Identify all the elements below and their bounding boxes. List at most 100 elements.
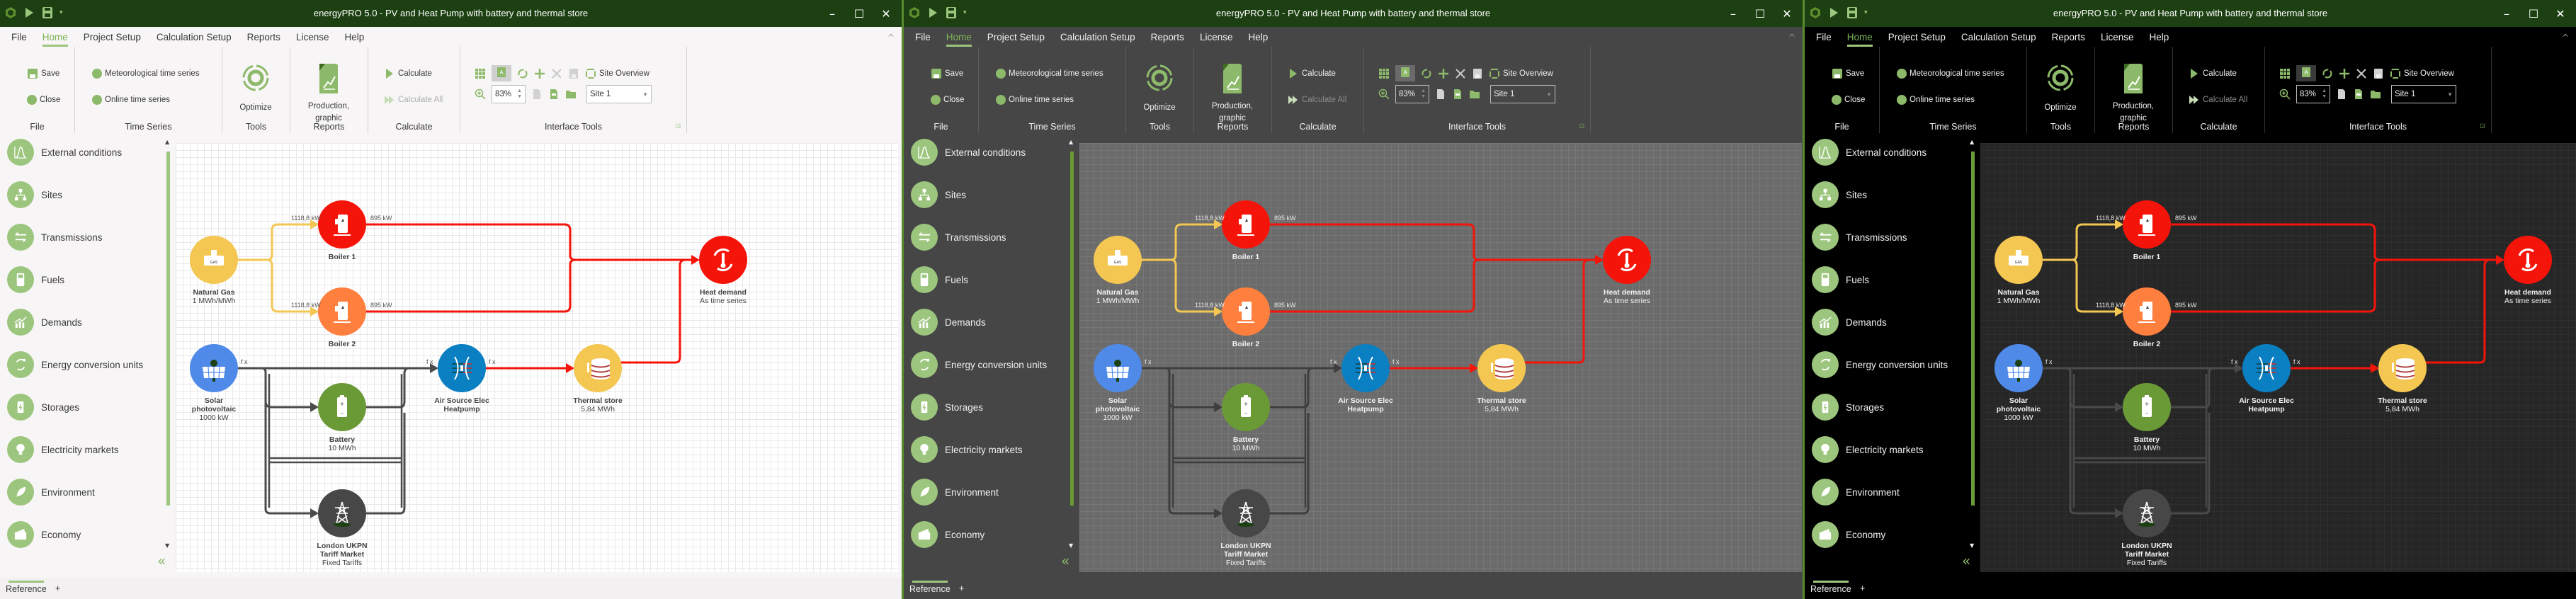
sidebar-item-external-conditions[interactable]: External conditions — [911, 139, 1026, 166]
site-overview-button[interactable]: Site Overview — [1489, 68, 1553, 79]
node-natural-gas[interactable]: GAS — [1995, 236, 2043, 284]
sidebar-item-transmissions[interactable]: Transmissions — [911, 224, 1006, 251]
zoom-spinner-icon[interactable]: ▲ ▼ — [517, 89, 522, 100]
sidebar-scrollbar[interactable] — [166, 152, 170, 506]
sidebar-item-transmissions[interactable]: Transmissions — [1812, 224, 1907, 251]
maximize-button[interactable]: ☐ — [2522, 4, 2545, 23]
tab-license[interactable]: License — [1200, 32, 1233, 47]
dialog-launcher-icon[interactable]: ◲ — [2480, 122, 2485, 129]
sidebar-item-sites[interactable]: Sites — [1812, 181, 1867, 208]
close-button[interactable]: ✕ — [875, 4, 897, 23]
calculate-all-button[interactable]: Calculate All — [1288, 93, 1346, 107]
site-overview-button[interactable]: Site Overview — [2390, 68, 2454, 79]
tab-file[interactable]: File — [11, 32, 27, 47]
dialog-launcher-icon[interactable]: ◲ — [1579, 122, 1584, 129]
collapse-ribbon-button[interactable]: ^ — [2562, 33, 2569, 42]
maximize-button[interactable]: ☐ — [1749, 4, 1771, 23]
tab-home[interactable]: Home — [42, 32, 68, 47]
tab-help[interactable]: Help — [344, 32, 364, 47]
node-battery[interactable]: +– — [2123, 383, 2171, 431]
zoom-in-icon[interactable] — [2279, 89, 2291, 100]
node-thermal-store[interactable] — [2378, 344, 2427, 392]
heat-flow-store-demand[interactable] — [620, 258, 686, 364]
delete-icon[interactable] — [1455, 68, 1466, 79]
node-heat-demand[interactable] — [1603, 236, 1651, 284]
node-solar[interactable] — [1995, 344, 2043, 392]
sidebar-item-demands[interactable]: Demands — [1812, 309, 1887, 336]
sidebar-item-demands[interactable]: Demands — [911, 309, 986, 336]
open-folder-icon[interactable] — [1469, 89, 1480, 100]
elec-flow-crossbar[interactable] — [268, 457, 402, 464]
node-thermal-store[interactable] — [574, 344, 622, 392]
add-icon[interactable] — [534, 68, 545, 79]
export-icon[interactable] — [548, 89, 560, 100]
calculate-all-button[interactable]: Calculate All — [2189, 93, 2247, 107]
open-folder-icon[interactable] — [565, 89, 577, 100]
save-button[interactable]: Save — [27, 67, 60, 81]
node-heat-demand[interactable] — [699, 236, 747, 284]
tab-help[interactable]: Help — [2149, 32, 2169, 47]
diagram-canvas[interactable]: GAS + – Natural Gas 1 MWh/MWh Boiler 1 Boiler… — [1079, 143, 1802, 572]
tab-reports[interactable]: Reports — [247, 32, 280, 47]
scroll-up-icon[interactable]: ▲ — [1069, 139, 1073, 145]
node-boiler1[interactable] — [2123, 200, 2171, 249]
sidebar-item-energy-conversion-units[interactable]: Energy conversion units — [7, 351, 143, 378]
tab-calculation-setup[interactable]: Calculation Setup — [1961, 32, 2036, 47]
tab-project-setup[interactable]: Project Setup — [1888, 32, 1946, 47]
node-battery[interactable]: +– — [318, 383, 366, 431]
diagram-canvas[interactable]: GAS + – Natural Gas 1 MWh/MWh Boiler 1 Boiler… — [1980, 143, 2576, 572]
sidebar-scrollbar[interactable] — [1971, 152, 1975, 506]
sidebar-item-environment[interactable]: Environment — [911, 479, 999, 506]
tab-home[interactable]: Home — [946, 32, 972, 47]
scroll-down-icon[interactable]: ▼ — [1069, 542, 1073, 549]
tab-reports[interactable]: Reports — [1151, 32, 1184, 47]
sidebar-item-storages[interactable]: Storages — [1812, 394, 1884, 421]
heat-flow-boiler2[interactable] — [366, 258, 577, 313]
close-file-button[interactable]: Close — [27, 93, 60, 107]
site-overview-button[interactable]: Site Overview — [585, 68, 649, 79]
tab-reference[interactable]: Reference — [1810, 581, 1851, 594]
node-grid[interactable] — [1222, 489, 1270, 537]
sidebar-item-fuels[interactable]: Fuels — [7, 266, 64, 293]
scroll-down-icon[interactable]: ▼ — [165, 542, 169, 549]
sidebar-item-electricity-markets[interactable]: Electricity markets — [7, 436, 119, 463]
add-tab-button[interactable]: + — [959, 583, 964, 593]
open-folder-icon[interactable] — [2370, 89, 2381, 100]
sidebar-item-demands[interactable]: Demands — [7, 309, 82, 336]
tab-calculation-setup[interactable]: Calculation Setup — [157, 32, 232, 47]
node-boiler2[interactable] — [1222, 287, 1270, 336]
sidebar-item-electricity-markets[interactable]: Electricity markets — [1812, 436, 1924, 463]
optimize-button[interactable]: Optimize — [1133, 61, 1186, 112]
collapse-ribbon-button[interactable]: ^ — [1788, 33, 1795, 42]
site-select[interactable]: Site 1 ▼ — [586, 85, 652, 103]
calculate-all-button[interactable]: Calculate All — [384, 93, 443, 107]
sidebar-item-energy-conversion-units[interactable]: Energy conversion units — [911, 351, 1047, 378]
elec-flow-crossbar[interactable] — [1172, 457, 1305, 464]
meteorological-time-series-button[interactable]: Meteorological time series — [92, 67, 200, 81]
sidebar-item-storages[interactable]: Storages — [911, 394, 983, 421]
zoom-in-icon[interactable] — [1378, 89, 1390, 100]
site-select[interactable]: Site 1 ▼ — [2391, 85, 2456, 103]
tab-project-setup[interactable]: Project Setup — [987, 32, 1045, 47]
close-file-button[interactable]: Close — [1832, 93, 1865, 107]
node-boiler1[interactable] — [1222, 200, 1270, 249]
heat-flow-store-demand[interactable] — [2425, 258, 2491, 364]
calculate-button[interactable]: Calculate — [2189, 67, 2247, 81]
node-heatpump[interactable] — [2242, 344, 2291, 392]
sidebar-item-environment[interactable]: Environment — [7, 479, 95, 506]
node-solar[interactable] — [1094, 344, 1142, 392]
meteorological-time-series-button[interactable]: Meteorological time series — [996, 67, 1103, 81]
sidebar-item-energy-conversion-units[interactable]: Energy conversion units — [1812, 351, 1948, 378]
zoom-spinner-icon[interactable]: ▲ ▼ — [2322, 89, 2327, 100]
tab-help[interactable]: Help — [1248, 32, 1268, 47]
scroll-up-icon[interactable]: ▲ — [1970, 139, 1974, 145]
node-boiler2[interactable] — [318, 287, 366, 336]
sidebar-item-external-conditions[interactable]: External conditions — [1812, 139, 1927, 166]
sidebar-item-economy[interactable]: Economy — [911, 521, 985, 548]
heat-flow-boiler1[interactable] — [2171, 223, 2502, 261]
elec-flow-to-battery[interactable] — [2069, 401, 2121, 409]
tab-home[interactable]: Home — [1846, 32, 1873, 47]
elec-flow-to-battery[interactable] — [1168, 401, 1220, 409]
auto-layout-toggle[interactable]: A — [492, 65, 511, 81]
tab-reference[interactable]: Reference — [909, 581, 951, 594]
